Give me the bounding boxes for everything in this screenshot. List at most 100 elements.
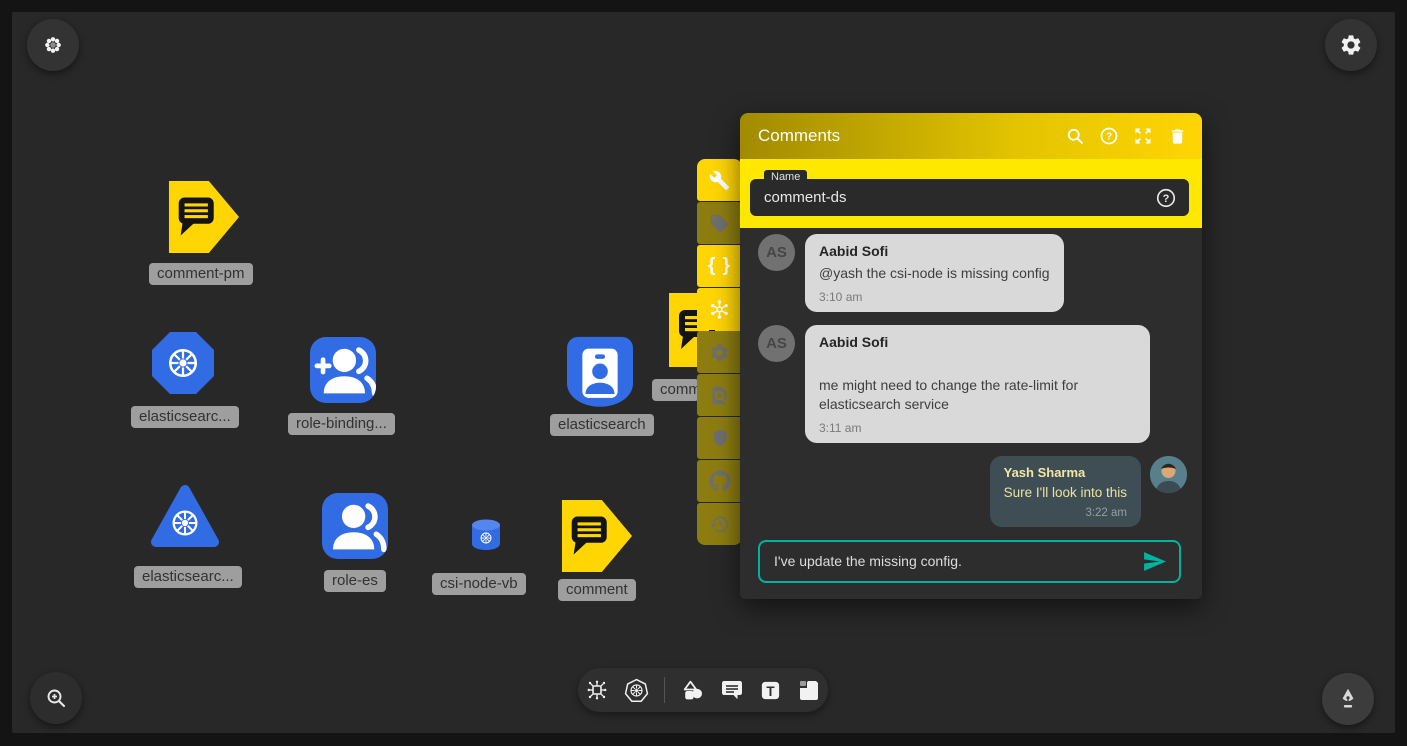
- workflow-circuit-button[interactable]: [585, 678, 609, 702]
- message-author: Aabid Sofi: [819, 334, 1136, 350]
- find-in-page-icon: [709, 385, 730, 406]
- zoom-in-fab[interactable]: [30, 672, 82, 724]
- message-row: Yash Sharma Sure I'll look into this 3:2…: [758, 456, 1187, 527]
- message-row: AS Aabid Sofi me might need to change th…: [758, 325, 1187, 443]
- role-icon: [322, 493, 388, 559]
- role-binding-icon: [310, 337, 376, 403]
- panel-title: Comments: [758, 126, 1058, 146]
- comments-panel-header[interactable]: Comments ?: [740, 113, 1202, 159]
- send-button[interactable]: [1142, 549, 1167, 574]
- json-braces-button[interactable]: { }: [697, 245, 742, 287]
- badge-icon: [567, 336, 633, 412]
- node-role-binding[interactable]: [310, 337, 376, 408]
- name-help-button[interactable]: ?: [1153, 185, 1179, 211]
- search-icon: [1065, 126, 1085, 146]
- gear-icon: [709, 342, 730, 363]
- inspect-document-button[interactable]: [697, 374, 742, 416]
- node-label: comment: [558, 579, 636, 601]
- node-label: comm: [652, 379, 699, 401]
- kubernetes-octagon-icon: [150, 330, 216, 396]
- gear-icon: [1339, 33, 1363, 57]
- message-author: Yash Sharma: [1004, 465, 1127, 480]
- pen-nib-icon: [1335, 686, 1361, 712]
- relationships-mesh-button[interactable]: [697, 288, 742, 330]
- node-label: comment-pm: [149, 263, 253, 285]
- zoom-in-icon: [44, 686, 68, 710]
- pen-tool-fab[interactable]: [1322, 673, 1374, 725]
- text-tool-button[interactable]: T: [759, 679, 782, 702]
- github-button[interactable]: [697, 460, 742, 502]
- braces-icon: { }: [708, 255, 731, 277]
- expand-button[interactable]: [1126, 119, 1160, 153]
- message-bubble: Aabid Sofi me might need to change the r…: [805, 325, 1150, 443]
- node-elasticsearch-octagon[interactable]: [150, 330, 216, 401]
- settings-gear-button[interactable]: [697, 331, 742, 373]
- cylinder-icon: [468, 518, 504, 552]
- message-text: @yash the csi-node is missing config: [819, 264, 1050, 283]
- svg-text:T: T: [766, 683, 775, 698]
- name-field-label: Name: [764, 170, 807, 185]
- comment-tool-button[interactable]: [720, 678, 744, 702]
- mesh-icon: [708, 298, 731, 321]
- note-tool-button[interactable]: [797, 678, 821, 702]
- message-text: Sure I'll look into this: [1004, 484, 1127, 502]
- settings-fab[interactable]: [1325, 19, 1377, 71]
- kubernetes-icon: [624, 678, 649, 703]
- help-button[interactable]: ?: [1092, 119, 1126, 153]
- comment-node-icon: [168, 180, 240, 254]
- comments-thread[interactable]: AS Aabid Sofi @yash the csi-node is miss…: [740, 228, 1202, 527]
- avatar-initials: AS: [758, 325, 795, 362]
- tag-icon: [709, 213, 730, 234]
- configure-wrench-button[interactable]: [697, 159, 742, 201]
- security-shield-button[interactable]: [697, 417, 742, 459]
- app-logo-button[interactable]: [27, 19, 79, 71]
- message-time: 3:11 am: [819, 421, 1136, 435]
- note-icon: [797, 678, 821, 702]
- node-elasticsearch-badge[interactable]: [567, 336, 633, 417]
- send-icon: [1142, 549, 1167, 574]
- message-author: Aabid Sofi: [819, 243, 1050, 259]
- chat-message-input[interactable]: [774, 553, 1142, 569]
- message-time: 3:22 am: [1004, 507, 1127, 519]
- expand-icon: [1133, 126, 1153, 146]
- comment-icon: [720, 678, 744, 702]
- message-row: AS Aabid Sofi @yash the csi-node is miss…: [758, 234, 1187, 312]
- shield-icon: [710, 428, 730, 448]
- text-icon: T: [759, 679, 782, 702]
- node-elasticsearch-triangle[interactable]: [150, 481, 220, 558]
- help-icon: ?: [1155, 187, 1177, 209]
- name-input[interactable]: [764, 189, 1153, 206]
- node-csi-node-vb[interactable]: [468, 518, 504, 557]
- history-icon: [709, 514, 730, 535]
- shapes-dock: T: [578, 668, 828, 712]
- person-photo-icon: [1150, 456, 1187, 493]
- node-label: role-es: [324, 570, 386, 592]
- help-icon: ?: [1099, 126, 1119, 146]
- node-comment[interactable]: [561, 499, 633, 578]
- kubernetes-triangle-icon: [150, 481, 220, 553]
- workflow-circuit-icon: [585, 678, 609, 702]
- avatar-photo: [1150, 456, 1187, 493]
- delete-button[interactable]: [1160, 119, 1194, 153]
- flower-logo-icon: [42, 34, 64, 56]
- delete-icon: [1168, 127, 1187, 146]
- label-tag-button[interactable]: [697, 202, 742, 244]
- svg-text:?: ?: [1106, 132, 1112, 143]
- github-icon: [709, 470, 731, 492]
- comment-node-icon: [561, 499, 633, 573]
- name-field-band: Name ?: [740, 159, 1202, 228]
- chat-input-container: [758, 540, 1181, 583]
- search-button[interactable]: [1058, 119, 1092, 153]
- node-label: elasticsearc...: [134, 566, 242, 588]
- message-bubble: Yash Sharma Sure I'll look into this 3:2…: [990, 456, 1141, 527]
- shapes-icon: [680, 678, 705, 703]
- node-label: elasticsearc...: [131, 406, 239, 428]
- node-comment-pm[interactable]: [168, 180, 240, 259]
- wrench-icon: [709, 170, 730, 191]
- dock-divider: [664, 677, 665, 703]
- node-role-es[interactable]: [322, 493, 388, 564]
- shapes-button[interactable]: [680, 678, 705, 703]
- history-button[interactable]: [697, 503, 742, 545]
- kubernetes-button[interactable]: [624, 678, 649, 703]
- node-label: csi-node-vb: [432, 573, 526, 595]
